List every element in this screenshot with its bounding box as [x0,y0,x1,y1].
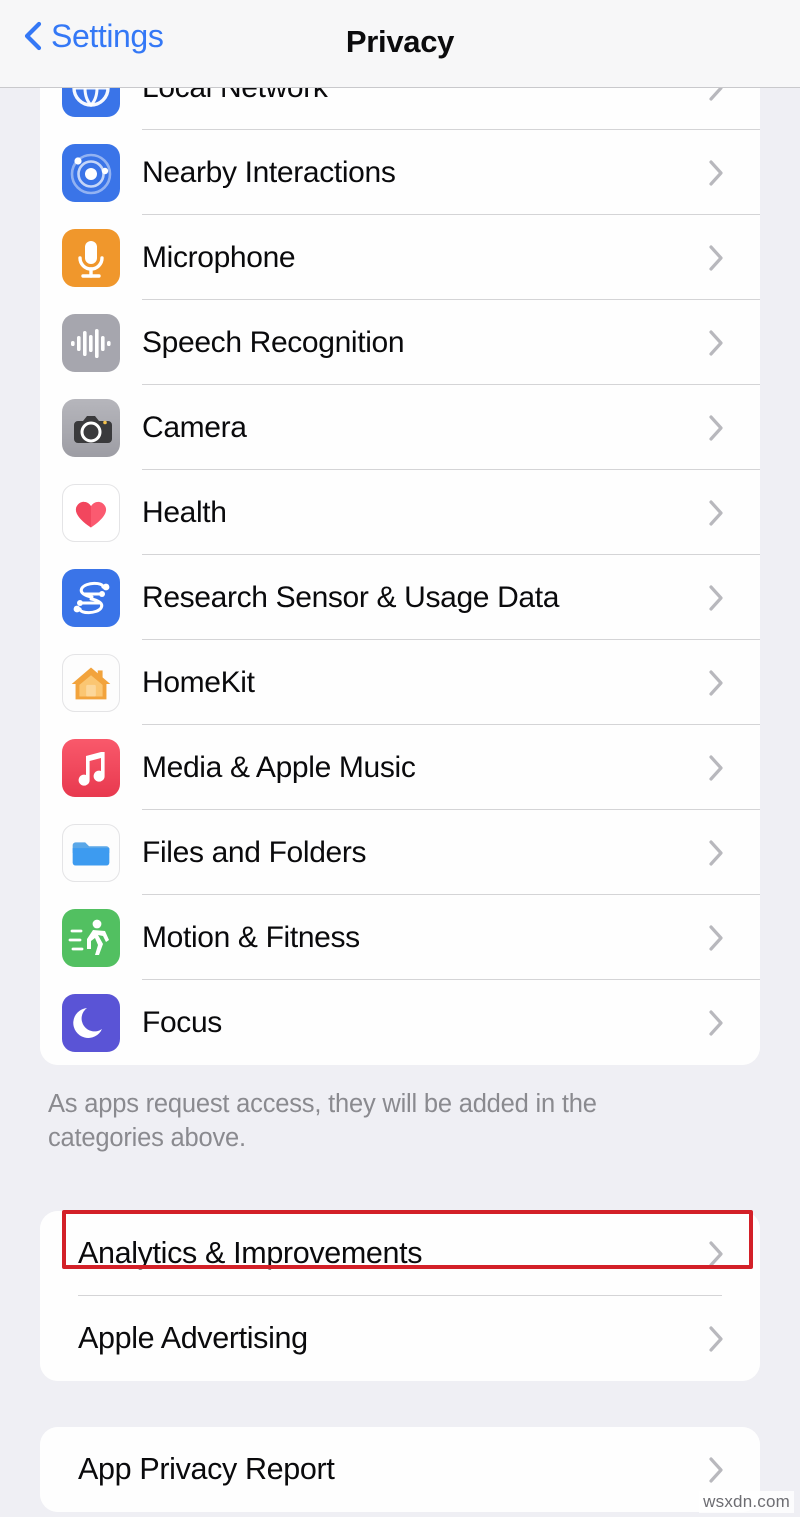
settings-row-label: Camera [142,410,247,444]
chevron-right-icon [709,1325,723,1352]
settings-row-label: Motion & Fitness [142,920,360,954]
chevron-right-icon [709,584,723,611]
settings-row-label: Nearby Interactions [142,155,396,189]
settings-row-label: Microphone [142,240,296,274]
chevron-right-icon [709,499,723,526]
source-watermark: wsxdn.com [699,1491,794,1513]
permissions-footer-note: As apps request access, they will be add… [48,1090,597,1152]
chevron-right-icon [709,924,723,951]
settings-row-speech-recognition[interactable]: Speech Recognition [40,300,760,385]
focus-moon-icon [62,993,120,1052]
analytics-advertising-card: Analytics & Improvements Apple Advertisi… [40,1210,760,1381]
files-folder-icon [62,823,120,882]
settings-row-files-and-folders[interactable]: Files and Folders [40,810,760,895]
settings-row-camera[interactable]: Camera [40,385,760,470]
row-icon-container [62,738,120,797]
navigation-bar: Settings Privacy [0,0,800,88]
chevron-right-icon [709,1240,723,1267]
row-icon-container [62,568,120,627]
settings-row-label: Focus [142,1005,222,1039]
media-music-icon [62,738,120,797]
research-sensor-icon [62,568,120,627]
chevron-right-icon [709,1009,723,1036]
settings-row-label: Media & Apple Music [142,750,416,784]
motion-fitness-icon [62,908,120,967]
row-icon-container [62,143,120,202]
row-icon-container [62,483,120,542]
row-icon-container [62,398,120,457]
nearby-interactions-icon [62,143,120,202]
settings-row-label: Health [142,495,227,529]
settings-row-health[interactable]: Health [40,470,760,555]
chevron-right-icon [709,1456,723,1483]
row-icon-container [62,653,120,712]
page-title: Privacy [345,24,455,59]
chevron-right-icon [709,754,723,781]
settings-row-label: HomeKit [142,665,255,699]
settings-row-label: Speech Recognition [142,325,405,359]
row-icon-container [62,313,120,372]
chevron-right-icon [709,159,723,186]
chevron-right-icon [709,414,723,441]
settings-row-label: Files and Folders [142,835,367,869]
row-icon-container [62,993,120,1052]
settings-row-research-sensor-usage-data[interactable]: Research Sensor & Usage Data [40,555,760,640]
chevron-right-icon [709,669,723,696]
chevron-right-icon [709,244,723,271]
camera-icon [62,398,120,457]
chevron-right-icon [709,839,723,866]
settings-row-label: Apple Advertising [78,1321,308,1356]
settings-row-microphone[interactable]: Microphone [40,215,760,300]
settings-row-apple-advertising[interactable]: Apple Advertising [40,1296,760,1381]
row-icon-container [62,908,120,967]
row-icon-container [62,228,120,287]
settings-row-nearby-interactions[interactable]: Nearby Interactions [40,130,760,215]
settings-row-analytics-improvements[interactable]: Analytics & Improvements [40,1211,760,1296]
privacy-permissions-card: Local Network [40,45,760,1065]
row-icon-container [62,823,120,882]
settings-row-label: Research Sensor & Usage Data [142,580,560,614]
microphone-icon [62,228,120,287]
settings-row-label: App Privacy Report [78,1452,335,1487]
settings-row-motion-fitness[interactable]: Motion & Fitness [40,895,760,980]
settings-row-app-privacy-report[interactable]: App Privacy Report [40,1427,760,1512]
settings-scroll-area[interactable]: Local Network [0,45,800,1517]
chevron-right-icon [709,329,723,356]
iphone-settings-privacy-screen: Settings Privacy Local Network [0,0,800,1517]
health-heart-icon [62,483,120,542]
app-privacy-report-card: App Privacy Report [40,1427,760,1512]
settings-row-focus[interactable]: Focus [40,980,760,1065]
settings-row-media-apple-music[interactable]: Media & Apple Music [40,725,760,810]
homekit-house-icon [62,653,120,712]
settings-row-homekit[interactable]: HomeKit [40,640,760,725]
speech-recognition-icon [62,313,120,372]
settings-row-label: Analytics & Improvements [78,1236,423,1271]
